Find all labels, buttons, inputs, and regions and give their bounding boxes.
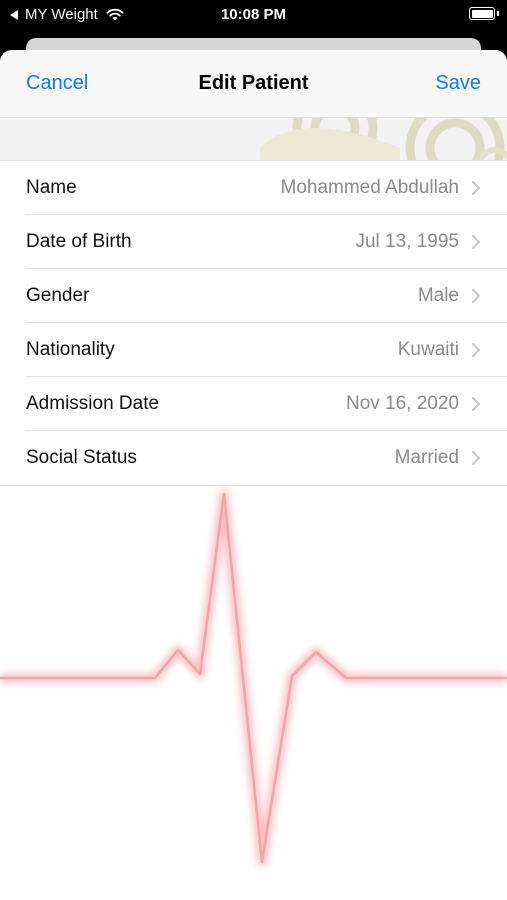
row-date-of-birth[interactable]: Date of Birth Jul 13, 1995 (0, 215, 507, 269)
row-value: Mohammed Abdullah (280, 177, 460, 198)
chevron-right-icon (472, 181, 480, 195)
chevron-right-icon (472, 289, 480, 303)
row-label: Date of Birth (26, 231, 132, 252)
battery-icon (469, 7, 499, 20)
row-value: Married (394, 447, 459, 468)
row-label: Gender (26, 285, 90, 306)
patient-details-list: Name Mohammed Abdullah Date of Birth Jul… (0, 161, 507, 486)
row-nationality[interactable]: Nationality Kuwaiti (0, 323, 507, 377)
section-header (0, 118, 507, 161)
row-label: Name (26, 177, 77, 198)
ecg-heartbeat-graphic (0, 489, 507, 867)
chevron-right-icon (472, 451, 480, 465)
row-value: Kuwaiti (397, 339, 459, 360)
row-label: Nationality (26, 339, 115, 360)
clock: 10:08 PM (220, 6, 287, 23)
row-label: Social Status (26, 447, 137, 468)
status-bar: MY Weight 10:08 PM (0, 0, 507, 30)
row-social-status[interactable]: Social Status Married (0, 431, 507, 485)
app-screen: MY Weight 10:08 PM Cancel Edit Patient S… (0, 0, 507, 900)
row-value: Male (417, 285, 459, 306)
university-logo-watermark (260, 118, 507, 160)
navigation-bar: Cancel Edit Patient Save (0, 50, 507, 118)
row-value: Jul 13, 1995 (355, 231, 459, 252)
row-name[interactable]: Name Mohammed Abdullah (0, 161, 507, 215)
chevron-right-icon (472, 343, 480, 357)
row-gender[interactable]: Gender Male (0, 269, 507, 323)
row-value: Nov 16, 2020 (345, 393, 459, 414)
page-title: Edit Patient (198, 72, 309, 94)
save-button[interactable]: Save (435, 72, 481, 95)
row-admission-date[interactable]: Admission Date Nov 16, 2020 (0, 377, 507, 431)
row-label: Admission Date (26, 393, 160, 414)
chevron-right-icon (472, 397, 480, 411)
chevron-right-icon (472, 235, 480, 249)
